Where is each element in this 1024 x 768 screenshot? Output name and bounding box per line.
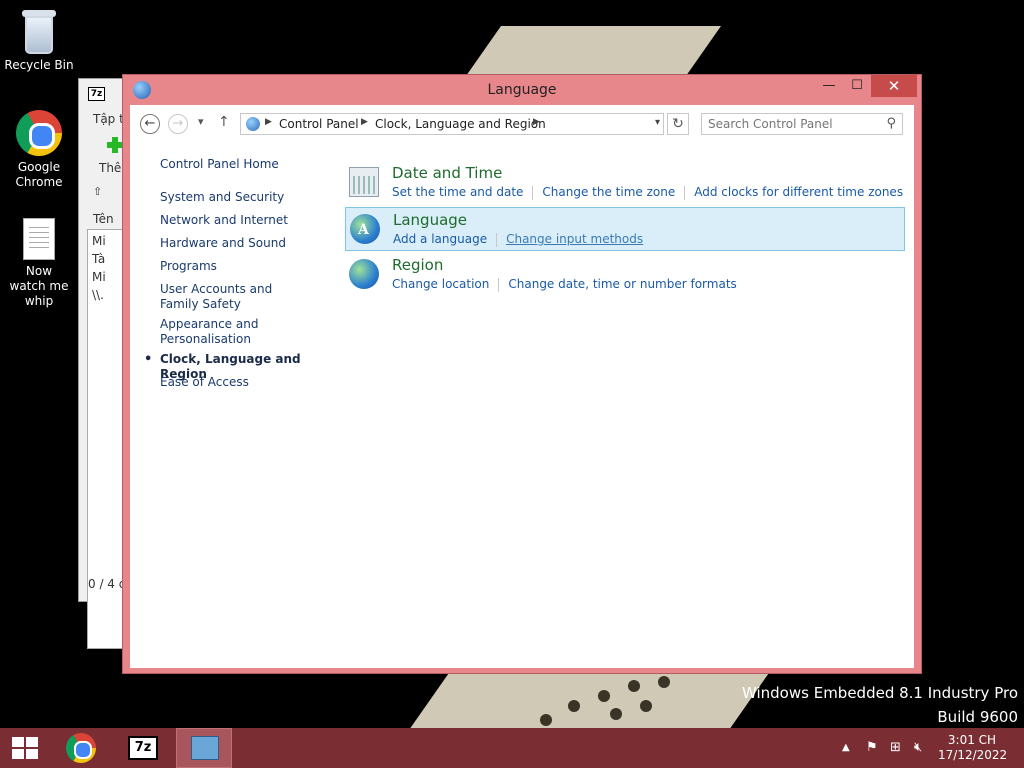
volume-muted-icon[interactable]: 🔇︎ (914, 740, 922, 755)
window-title: Language (487, 82, 557, 98)
refresh-button[interactable]: ↻ (667, 113, 689, 135)
nav-user-accounts[interactable]: User Accounts and Family Safety (160, 282, 310, 312)
7zip-icon: 7z (128, 736, 158, 760)
category-language[interactable]: A Language Add a language Change input me… (345, 207, 905, 251)
back-button[interactable]: ← (140, 114, 160, 134)
taskbar: 7z ▲ ⚑ ⊞ 🔇︎ 3:01 CH 17/12/2022 (0, 728, 1024, 768)
wallpaper-dot (540, 714, 552, 726)
link-change-location[interactable]: Change location (392, 277, 489, 291)
recycle-bin-icon (21, 8, 57, 54)
chrome-icon (66, 733, 96, 763)
wallpaper-dot (568, 700, 580, 712)
minimize-button[interactable]: — (815, 75, 843, 97)
clock-time: 3:01 CH (947, 733, 997, 747)
active-bullet-icon: • (144, 352, 153, 367)
breadcrumb-clock-language-region[interactable]: Clock, Language and Region (375, 117, 546, 131)
close-button[interactable]: ✕ (871, 75, 917, 97)
search-input[interactable] (702, 114, 878, 134)
calendar-clock-icon (349, 167, 379, 197)
up-folder-icon[interactable]: ⇧ (93, 185, 102, 198)
clock-date: 17/12/2022 (938, 748, 1008, 762)
start-icon (12, 737, 38, 759)
list-item[interactable]: Mi (92, 270, 106, 284)
desktop-icon-google-chrome[interactable]: Google Chrome (1, 110, 77, 190)
desktop-icon-label: Google Chrome (15, 160, 63, 189)
category-title[interactable]: Date and Time (392, 164, 502, 182)
show-hidden-icons-icon[interactable]: ▲ (842, 742, 850, 753)
category-title[interactable]: Language (393, 211, 467, 229)
nav-control-panel-home[interactable]: Control Panel Home (160, 157, 325, 172)
list-item[interactable]: \\. (92, 288, 104, 302)
region-globe-icon (349, 259, 379, 289)
category-date-time[interactable]: Date and Time Set the time and date Chang… (345, 161, 905, 205)
7zip-icon: 7z (88, 87, 105, 101)
forward-button[interactable]: → (168, 114, 188, 134)
control-panel-window[interactable]: Language — ☐ ✕ ← → ▾ ↑ ▶ Control Panel ▶… (122, 74, 922, 674)
os-watermark-line1: Windows Embedded 8.1 Industry Pro (741, 684, 1018, 702)
up-button[interactable]: ↑ (218, 114, 230, 130)
taskbar-control-panel[interactable] (176, 728, 232, 768)
list-item[interactable]: Mi (92, 234, 106, 248)
search-box[interactable]: ⚲ (701, 113, 903, 135)
title-bar[interactable]: Language — ☐ ✕ (123, 75, 921, 105)
nav-ease-of-access[interactable]: Ease of Access (160, 375, 325, 390)
wallpaper-dot (610, 708, 622, 720)
link-change-input-methods[interactable]: Change input methods (506, 232, 643, 246)
action-center-flag-icon[interactable]: ⚑ (866, 740, 878, 755)
nav-system-security[interactable]: System and Security (160, 190, 325, 205)
breadcrumb-separator-icon[interactable]: ▶ (361, 117, 368, 127)
desktop-icon-text-file[interactable]: Now watch me whip (1, 218, 77, 309)
recent-pages-dropdown[interactable]: ▾ (198, 115, 204, 128)
wallpaper-dot (640, 700, 652, 712)
breadcrumb-separator-icon[interactable]: ▶ (265, 117, 272, 127)
list-item[interactable]: Tà (92, 252, 105, 266)
category-links: Change location Change date, time or numb… (392, 277, 737, 292)
window-client-area: ← → ▾ ↑ ▶ Control Panel ▶ Clock, Languag… (130, 105, 914, 668)
add-label[interactable]: Thêi (99, 161, 125, 175)
nav-appearance[interactable]: Appearance and Personalisation (160, 317, 270, 347)
control-panel-icon (246, 117, 260, 131)
wallpaper-dot (598, 690, 610, 702)
taskbar-clock[interactable]: 3:01 CH 17/12/2022 (938, 733, 1008, 763)
language-globe-icon: A (350, 214, 380, 244)
link-set-time-date[interactable]: Set the time and date (392, 185, 523, 199)
add-icon[interactable] (107, 137, 123, 153)
link-change-formats[interactable]: Change date, time or number formats (508, 277, 736, 291)
nav-programs[interactable]: Programs (160, 259, 325, 274)
text-file-icon (23, 218, 55, 260)
link-change-time-zone[interactable]: Change the time zone (542, 185, 675, 199)
nav-network-internet[interactable]: Network and Internet (160, 213, 325, 228)
breadcrumb-control-panel[interactable]: Control Panel (279, 117, 359, 131)
link-add-clocks[interactable]: Add clocks for different time zones (694, 185, 903, 199)
status-text: 0 / 4 đ (88, 577, 127, 591)
network-icon[interactable]: ⊞ (890, 740, 901, 755)
desktop-icon-recycle-bin[interactable]: Recycle Bin (1, 8, 77, 73)
start-button[interactable] (0, 728, 50, 768)
desktop-icon-label: Recycle Bin (4, 58, 74, 72)
control-panel-icon (191, 736, 219, 760)
category-links: Add a language Change input methods (393, 232, 643, 247)
address-bar[interactable]: ▶ Control Panel ▶ Clock, Language and Re… (240, 113, 664, 135)
chrome-icon (16, 110, 62, 156)
wallpaper-dot (658, 676, 670, 688)
desktop-icon-label: Now watch me whip (9, 264, 69, 308)
search-icon[interactable]: ⚲ (886, 116, 896, 131)
taskbar-chrome[interactable] (54, 728, 110, 768)
address-dropdown-icon[interactable]: ▾ (655, 117, 660, 128)
wallpaper-dot (628, 680, 640, 692)
link-add-language[interactable]: Add a language (393, 232, 487, 246)
column-header[interactable]: Tên (93, 212, 114, 226)
nav-hardware-sound[interactable]: Hardware and Sound (160, 236, 325, 251)
os-watermark-line2: Build 9600 (937, 708, 1018, 726)
maximize-button[interactable]: ☐ (843, 75, 871, 97)
category-region[interactable]: Region Change location Change date, time … (345, 253, 905, 297)
breadcrumb-separator-icon[interactable]: ▶ (533, 117, 540, 127)
taskbar-7zip[interactable]: 7z (116, 728, 172, 768)
category-links: Set the time and date Change the time zon… (392, 185, 903, 200)
category-title[interactable]: Region (392, 256, 443, 274)
